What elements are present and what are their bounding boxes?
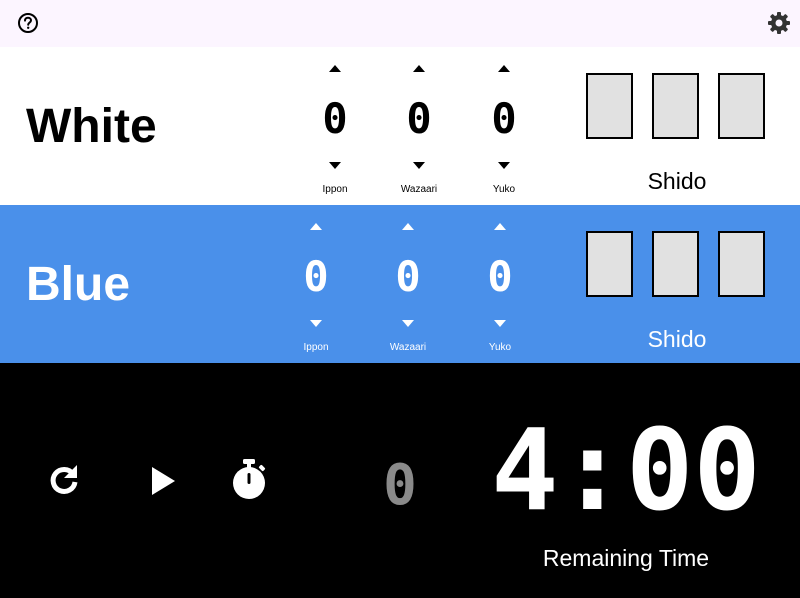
blue-yuko-score[interactable]: 0 xyxy=(470,249,530,305)
white-panel: White 0 Ippon 0 Wazaari 0 Yuko Shido xyxy=(0,47,800,205)
white-ippon-label: Ippon xyxy=(322,184,348,195)
white-yuko-column: 0 Yuko xyxy=(474,47,534,205)
top-toolbar xyxy=(0,0,800,47)
white-shido-box-3[interactable] xyxy=(718,73,765,139)
gear-icon[interactable] xyxy=(767,11,791,35)
play-icon[interactable] xyxy=(148,464,178,498)
blue-ippon-decrement-arrow-icon[interactable] xyxy=(308,317,324,329)
blue-shido-box-3[interactable] xyxy=(718,231,765,297)
white-wazaari-score[interactable]: 0 xyxy=(389,91,449,147)
blue-yuko-label: Yuko xyxy=(488,342,512,353)
blue-shido-label: Shido xyxy=(647,326,707,352)
blue-ippon-column: 0 Ippon xyxy=(286,205,346,363)
white-ippon-increment-arrow-icon[interactable] xyxy=(327,63,343,75)
white-wazaari-column: 0 Wazaari xyxy=(389,47,449,205)
blue-ippon-increment-arrow-icon[interactable] xyxy=(308,221,324,233)
blue-shido-box-2[interactable] xyxy=(652,231,699,297)
help-icon[interactable] xyxy=(17,12,39,34)
white-yuko-decrement-arrow-icon[interactable] xyxy=(496,159,512,171)
stopwatch-icon[interactable] xyxy=(228,457,270,501)
blue-ippon-label: Ippon xyxy=(303,342,329,353)
white-shido-label: Shido xyxy=(647,168,707,194)
blue-wazaari-decrement-arrow-icon[interactable] xyxy=(400,317,416,329)
white-ippon-column: 0 Ippon xyxy=(305,47,365,205)
blue-panel: Blue 0 Ippon 0 Wazaari 0 Yuko Shido xyxy=(0,205,800,363)
blue-wazaari-column: 0 Wazaari xyxy=(378,205,438,363)
timer-panel: 0 4:00 Remaining Time xyxy=(0,363,800,598)
remaining-time-clock[interactable]: 4:00 xyxy=(486,411,766,531)
white-shido-box-2[interactable] xyxy=(652,73,699,139)
blue-yuko-column: 0 Yuko xyxy=(470,205,530,363)
blue-wazaari-score[interactable]: 0 xyxy=(378,249,438,305)
reset-icon[interactable] xyxy=(46,462,82,498)
white-wazaari-label: Wazaari xyxy=(400,184,438,195)
osaekomi-counter: 0 xyxy=(383,453,417,518)
white-yuko-score[interactable]: 0 xyxy=(474,91,534,147)
blue-shido-box-1[interactable] xyxy=(586,231,633,297)
white-yuko-increment-arrow-icon[interactable] xyxy=(496,63,512,75)
white-shido-box-1[interactable] xyxy=(586,73,633,139)
blue-wazaari-increment-arrow-icon[interactable] xyxy=(400,221,416,233)
white-player-name: White xyxy=(26,100,157,153)
white-yuko-label: Yuko xyxy=(492,184,516,195)
blue-player-name: Blue xyxy=(26,258,131,311)
remaining-time-label: Remaining Time xyxy=(542,545,710,571)
white-ippon-score[interactable]: 0 xyxy=(305,91,365,147)
blue-yuko-decrement-arrow-icon[interactable] xyxy=(492,317,508,329)
blue-yuko-increment-arrow-icon[interactable] xyxy=(492,221,508,233)
blue-wazaari-label: Wazaari xyxy=(389,342,427,353)
white-wazaari-decrement-arrow-icon[interactable] xyxy=(411,159,427,171)
white-wazaari-increment-arrow-icon[interactable] xyxy=(411,63,427,75)
white-ippon-decrement-arrow-icon[interactable] xyxy=(327,159,343,171)
blue-ippon-score[interactable]: 0 xyxy=(286,249,346,305)
